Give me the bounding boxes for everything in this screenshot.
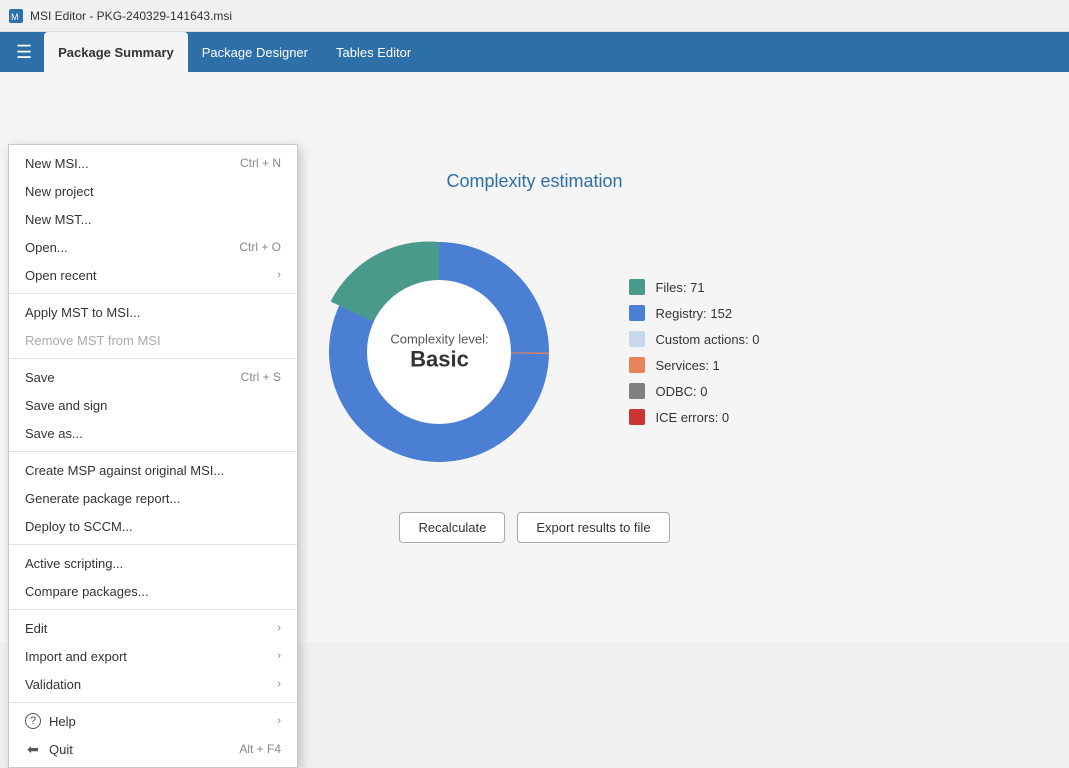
legend-item-ice-errors: ICE errors: 0 (629, 409, 759, 425)
chevron-right-icon-help: › (277, 715, 281, 727)
chart-container: Complexity level: Basic Files: 71 Regist… (309, 222, 759, 482)
menu-item-apply-mst[interactable]: Apply MST to MSI... (9, 298, 297, 326)
menu-item-new-msi[interactable]: New MSI... Ctrl + N (9, 149, 297, 177)
menu-item-new-project[interactable]: New project (9, 177, 297, 205)
legend-color-registry (629, 305, 645, 321)
menu-item-active-scripting[interactable]: Active scripting... (9, 549, 297, 577)
legend-label-services: Services: 1 (655, 358, 719, 373)
legend-color-ice-errors (629, 409, 645, 425)
chevron-right-icon: › (277, 269, 281, 281)
menu-item-open[interactable]: Open... Ctrl + O (9, 233, 297, 261)
menu-divider-1 (9, 293, 297, 294)
legend-color-services (629, 357, 645, 373)
legend-color-files (629, 279, 645, 295)
title-bar-text: MSI Editor - PKG-240329-141643.msi (30, 9, 232, 23)
main-content: Complexity estimation (0, 72, 1069, 642)
chevron-right-icon-validation: › (277, 678, 281, 690)
menu-divider-2 (9, 358, 297, 359)
exit-icon: ⬅ (25, 741, 41, 757)
menu-divider-6 (9, 702, 297, 703)
chevron-right-icon-import: › (277, 650, 281, 662)
menu-item-deploy-sccm[interactable]: Deploy to SCCM... (9, 512, 297, 540)
menu-divider-4 (9, 544, 297, 545)
tab-tables-editor[interactable]: Tables Editor (322, 32, 425, 72)
donut-label: Complexity level: Basic (390, 332, 488, 373)
legend-label-ice-errors: ICE errors: 0 (655, 410, 729, 425)
help-circle-icon: ? (25, 713, 41, 729)
app-icon: M (8, 8, 24, 24)
menu-divider-5 (9, 609, 297, 610)
legend-item-services: Services: 1 (629, 357, 759, 373)
tab-package-designer[interactable]: Package Designer (188, 32, 322, 72)
legend-label-odbc: ODBC: 0 (655, 384, 707, 399)
legend-item-odbc: ODBC: 0 (629, 383, 759, 399)
title-bar: M MSI Editor - PKG-240329-141643.msi (0, 0, 1069, 32)
tab-package-summary[interactable]: Package Summary (44, 32, 188, 72)
chevron-right-icon-edit: › (277, 622, 281, 634)
menu-item-generate-report[interactable]: Generate package report... (9, 484, 297, 512)
menu-item-import-export[interactable]: Import and export › (9, 642, 297, 670)
export-results-button[interactable]: Export results to file (517, 512, 669, 543)
chart-title: Complexity estimation (446, 171, 622, 192)
nav-bar: ☰ Package Summary Package Designer Table… (0, 32, 1069, 72)
complexity-level-label: Complexity level: (390, 332, 488, 347)
legend-item-registry: Registry: 152 (629, 305, 759, 321)
legend-color-odbc (629, 383, 645, 399)
chart-buttons: Recalculate Export results to file (399, 512, 669, 543)
dropdown-menu: New MSI... Ctrl + N New project New MST.… (8, 144, 298, 768)
legend-label-files: Files: 71 (655, 280, 704, 295)
menu-divider-3 (9, 451, 297, 452)
menu-item-save-as[interactable]: Save as... (9, 419, 297, 447)
legend-label-custom-actions: Custom actions: 0 (655, 332, 759, 347)
menu-item-save-and-sign[interactable]: Save and sign (9, 391, 297, 419)
complexity-level-value: Basic (390, 347, 488, 373)
chart-legend: Files: 71 Registry: 152 Custom actions: … (629, 279, 759, 425)
menu-item-quit[interactable]: ⬅ Quit Alt + F4 (9, 735, 297, 763)
menu-item-compare-packages[interactable]: Compare packages... (9, 577, 297, 605)
recalculate-button[interactable]: Recalculate (399, 512, 505, 543)
legend-label-registry: Registry: 152 (655, 306, 732, 321)
legend-color-custom-actions (629, 331, 645, 347)
svg-text:M: M (11, 12, 19, 22)
menu-item-open-recent[interactable]: Open recent › (9, 261, 297, 289)
menu-item-save[interactable]: Save Ctrl + S (9, 363, 297, 391)
legend-item-files: Files: 71 (629, 279, 759, 295)
legend-item-custom-actions: Custom actions: 0 (629, 331, 759, 347)
menu-item-help[interactable]: ? Help › (9, 707, 297, 735)
menu-item-remove-mst: Remove MST from MSI (9, 326, 297, 354)
donut-chart: Complexity level: Basic (309, 222, 569, 482)
menu-item-edit[interactable]: Edit › (9, 614, 297, 642)
menu-item-new-mst[interactable]: New MST... (9, 205, 297, 233)
menu-item-create-msp[interactable]: Create MSP against original MSI... (9, 456, 297, 484)
menu-item-validation[interactable]: Validation › (9, 670, 297, 698)
hamburger-menu-button[interactable]: ☰ (8, 39, 40, 65)
